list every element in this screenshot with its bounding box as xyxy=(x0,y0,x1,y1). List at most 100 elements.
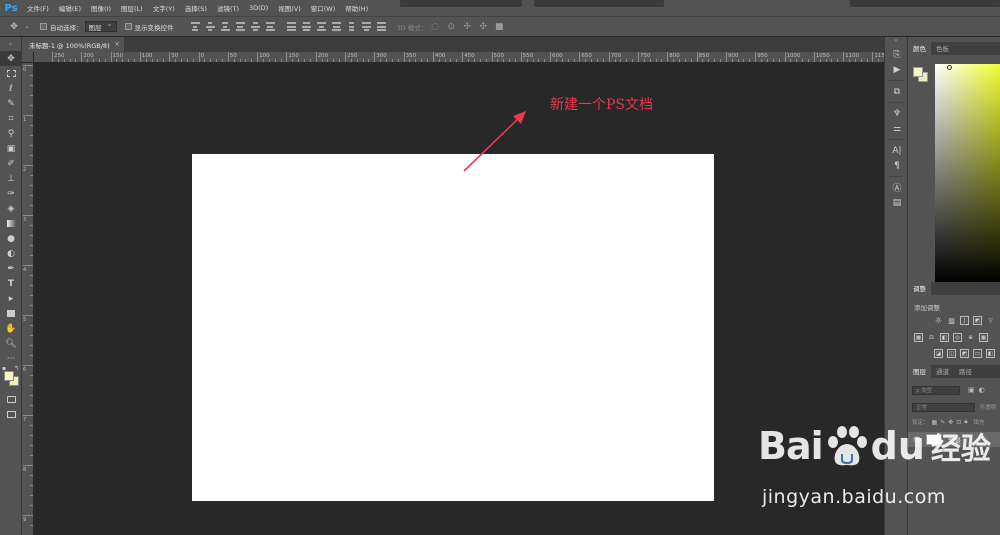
align-horizontal-centers-icon[interactable] xyxy=(250,22,260,31)
color-balance-icon[interactable]: ⚖ xyxy=(927,333,936,342)
auto-select-dropdown[interactable]: 图层 xyxy=(84,20,117,32)
layer-kind-filter[interactable]: ρ 类型 xyxy=(912,385,960,395)
align-left-edges-icon[interactable] xyxy=(235,22,245,31)
healing-brush-tool-icon[interactable]: ▣ xyxy=(0,141,22,156)
history-brush-tool-icon[interactable]: ✑ xyxy=(0,186,22,201)
horizontal-ruler[interactable]: 250 200 150 100 50 0 50 100 150 200 250 300 350 400 45… xyxy=(34,52,884,63)
threshold-icon[interactable]: ◩ xyxy=(960,349,969,358)
menu-image[interactable]: 图像(I) xyxy=(86,3,116,13)
menu-type[interactable]: 文字(Y) xyxy=(148,3,180,13)
rectangle-tool-icon[interactable] xyxy=(0,306,22,321)
dodge-tool-icon[interactable]: ◐ xyxy=(0,246,22,261)
swap-colors-icon[interactable]: ↰ xyxy=(14,365,19,372)
document-canvas[interactable] xyxy=(192,154,714,501)
menu-filter[interactable]: 滤镜(T) xyxy=(212,3,244,13)
align-bottom-edges-icon[interactable] xyxy=(220,22,230,31)
menu-select[interactable]: 选择(S) xyxy=(180,3,212,13)
roll-3d-icon[interactable]: ⊙ xyxy=(445,21,457,33)
distribute-hcenter-icon[interactable] xyxy=(347,22,356,31)
panel-grip-icon[interactable]: » xyxy=(0,37,21,51)
quick-mask-icon[interactable] xyxy=(0,392,22,407)
character-panel-icon[interactable]: A| xyxy=(885,143,909,158)
more-tools-icon[interactable]: ··· xyxy=(0,351,22,366)
gradient-map-icon[interactable]: ▭ xyxy=(973,349,982,358)
pan-3d-icon[interactable]: ✢ xyxy=(461,21,473,33)
filter-adjustment-icon[interactable]: ◐ xyxy=(979,386,985,394)
selective-color-icon[interactable]: ◧ xyxy=(986,349,995,358)
blend-mode-dropdown[interactable]: 正常 xyxy=(912,402,976,412)
distribute-left-icon[interactable] xyxy=(331,22,341,31)
eraser-tool-icon[interactable]: ◈ xyxy=(0,201,22,216)
libraries-panel-icon[interactable]: ▤ xyxy=(885,195,909,210)
foreground-color-swatch[interactable] xyxy=(4,371,14,381)
orbit-3d-icon[interactable]: ◌ xyxy=(429,21,441,33)
vibrance-icon[interactable]: ▽ xyxy=(986,316,995,325)
brush-tool-icon[interactable]: ✐ xyxy=(0,156,22,171)
actions-panel-icon[interactable]: ▶ xyxy=(885,62,909,77)
history-panel-icon[interactable]: ⎘ xyxy=(885,47,909,62)
chevron-down-icon[interactable]: ⌄ xyxy=(24,21,30,33)
menu-view[interactable]: 视图(V) xyxy=(273,3,306,13)
blur-tool-icon[interactable]: ● xyxy=(0,231,22,246)
crop-tool-icon[interactable]: ⌗ xyxy=(0,111,22,126)
distribute-bottom-icon[interactable] xyxy=(316,22,326,31)
scale-3d-icon[interactable]: ■ xyxy=(493,21,505,33)
brightness-contrast-icon[interactable]: ☼ xyxy=(934,316,943,325)
tab-color[interactable]: 颜色 xyxy=(908,41,931,55)
posterize-icon[interactable]: ◫ xyxy=(947,349,956,358)
tab-paths[interactable]: 路径 xyxy=(954,364,977,378)
menu-file[interactable]: 文件(F) xyxy=(22,3,54,13)
brushes-panel-icon[interactable]: ⚌ xyxy=(885,121,909,136)
eyedropper-tool-icon[interactable]: ⚲ xyxy=(0,126,22,141)
channel-mixer-icon[interactable]: ⊕ xyxy=(966,333,975,342)
align-right-edges-icon[interactable] xyxy=(265,22,275,31)
move-tool-icon[interactable]: ✥ xyxy=(0,51,22,66)
curves-icon[interactable]: ∫ xyxy=(960,316,969,325)
path-select-tool-icon[interactable]: ▸ xyxy=(0,291,22,306)
gradient-tool-icon[interactable] xyxy=(0,216,22,231)
brush-settings-panel-icon[interactable]: ♆ xyxy=(885,106,909,121)
panel-grip-icon[interactable]: « xyxy=(885,37,907,47)
distribute-right-icon[interactable] xyxy=(361,22,371,31)
vertical-ruler[interactable]: 0 1 2 3 4 5 6 7 8 9 xyxy=(22,63,34,535)
show-transform-checkbox[interactable] xyxy=(124,23,132,30)
tab-channels[interactable]: 通道 xyxy=(931,364,954,378)
menu-edit[interactable]: 编辑(E) xyxy=(54,3,86,13)
distribute-vcenter-icon[interactable] xyxy=(301,22,311,31)
menu-layer[interactable]: 图层(L) xyxy=(116,3,148,13)
menu-help[interactable]: 帮助(H) xyxy=(340,3,373,13)
menu-3d[interactable]: 3D(D) xyxy=(244,4,273,12)
paragraph-panel-icon[interactable]: ¶ xyxy=(885,158,909,173)
zoom-tool-icon[interactable]: 🔍︎ xyxy=(0,336,22,351)
auto-select-checkbox[interactable] xyxy=(40,23,47,30)
color-picker-field[interactable] xyxy=(935,64,1000,282)
color-panel-foreground-swatch[interactable] xyxy=(913,67,923,77)
color-picker-handle[interactable] xyxy=(947,65,952,70)
hue-saturation-icon[interactable]: ▦ xyxy=(914,333,923,342)
ruler-origin[interactable] xyxy=(22,52,34,63)
tab-swatches[interactable]: 色板 xyxy=(931,41,954,55)
levels-icon[interactable]: ▥ xyxy=(947,316,956,325)
auto-align-layers-icon[interactable] xyxy=(376,22,386,31)
filter-pixel-icon[interactable]: ▣ xyxy=(968,386,975,394)
tab-adjustments[interactable]: 调整 xyxy=(908,281,931,295)
document-tab[interactable]: 未标题-1 @ 100%(RGB/8) × xyxy=(22,37,124,52)
screen-mode-icon[interactable] xyxy=(0,407,22,422)
color-lookup-icon[interactable]: ▦ xyxy=(979,333,988,342)
align-vertical-centers-icon[interactable] xyxy=(205,22,215,31)
type-tool-icon[interactable]: T xyxy=(0,276,22,291)
align-top-edges-icon[interactable] xyxy=(190,22,200,31)
lasso-tool-icon[interactable]: ℓ xyxy=(0,81,22,96)
photo-filter-icon[interactable]: ◎ xyxy=(953,333,962,342)
clone-stamp-tool-icon[interactable]: ⊥ xyxy=(0,171,22,186)
menu-window[interactable]: 窗口(W) xyxy=(306,3,341,13)
slide-3d-icon[interactable]: ✣ xyxy=(477,21,489,33)
marquee-tool-icon[interactable] xyxy=(0,66,22,81)
distribute-top-icon[interactable] xyxy=(286,22,296,31)
exposure-icon[interactable]: ◩ xyxy=(973,316,982,325)
quick-select-tool-icon[interactable]: ✎ xyxy=(0,96,22,111)
move-tool-preset-icon[interactable]: ✥ xyxy=(8,21,20,33)
close-icon[interactable]: × xyxy=(114,40,120,48)
tab-layers[interactable]: 图层 xyxy=(908,364,931,378)
pen-tool-icon[interactable]: ✒ xyxy=(0,261,22,276)
